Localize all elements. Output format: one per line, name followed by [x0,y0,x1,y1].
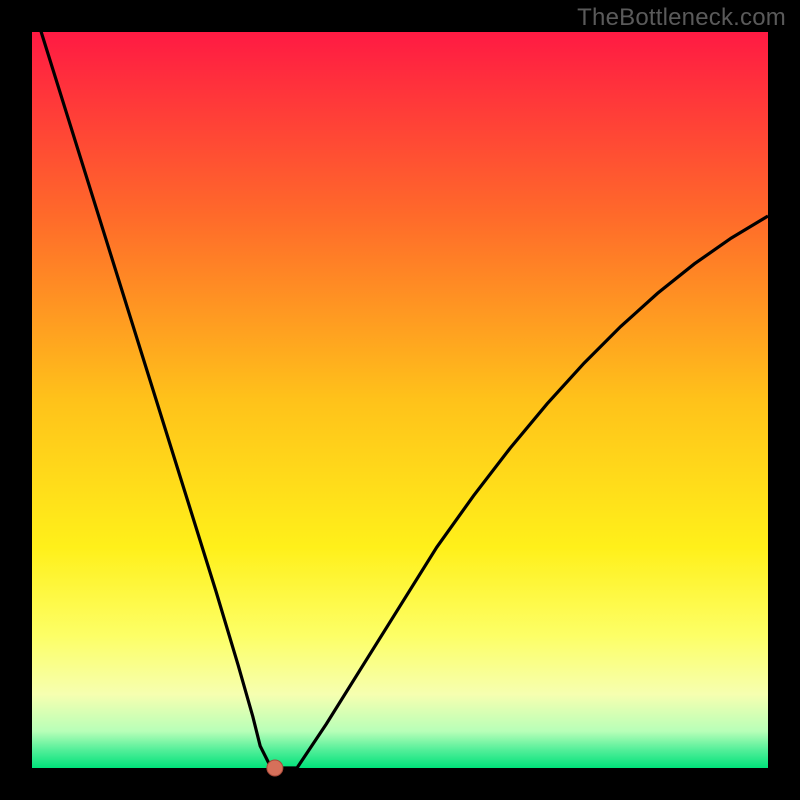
optimal-point-marker [267,760,283,776]
chart-container: TheBottleneck.com [0,0,800,800]
bottleneck-chart [0,0,800,800]
plot-background [32,32,768,768]
watermark-text: TheBottleneck.com [577,4,786,32]
